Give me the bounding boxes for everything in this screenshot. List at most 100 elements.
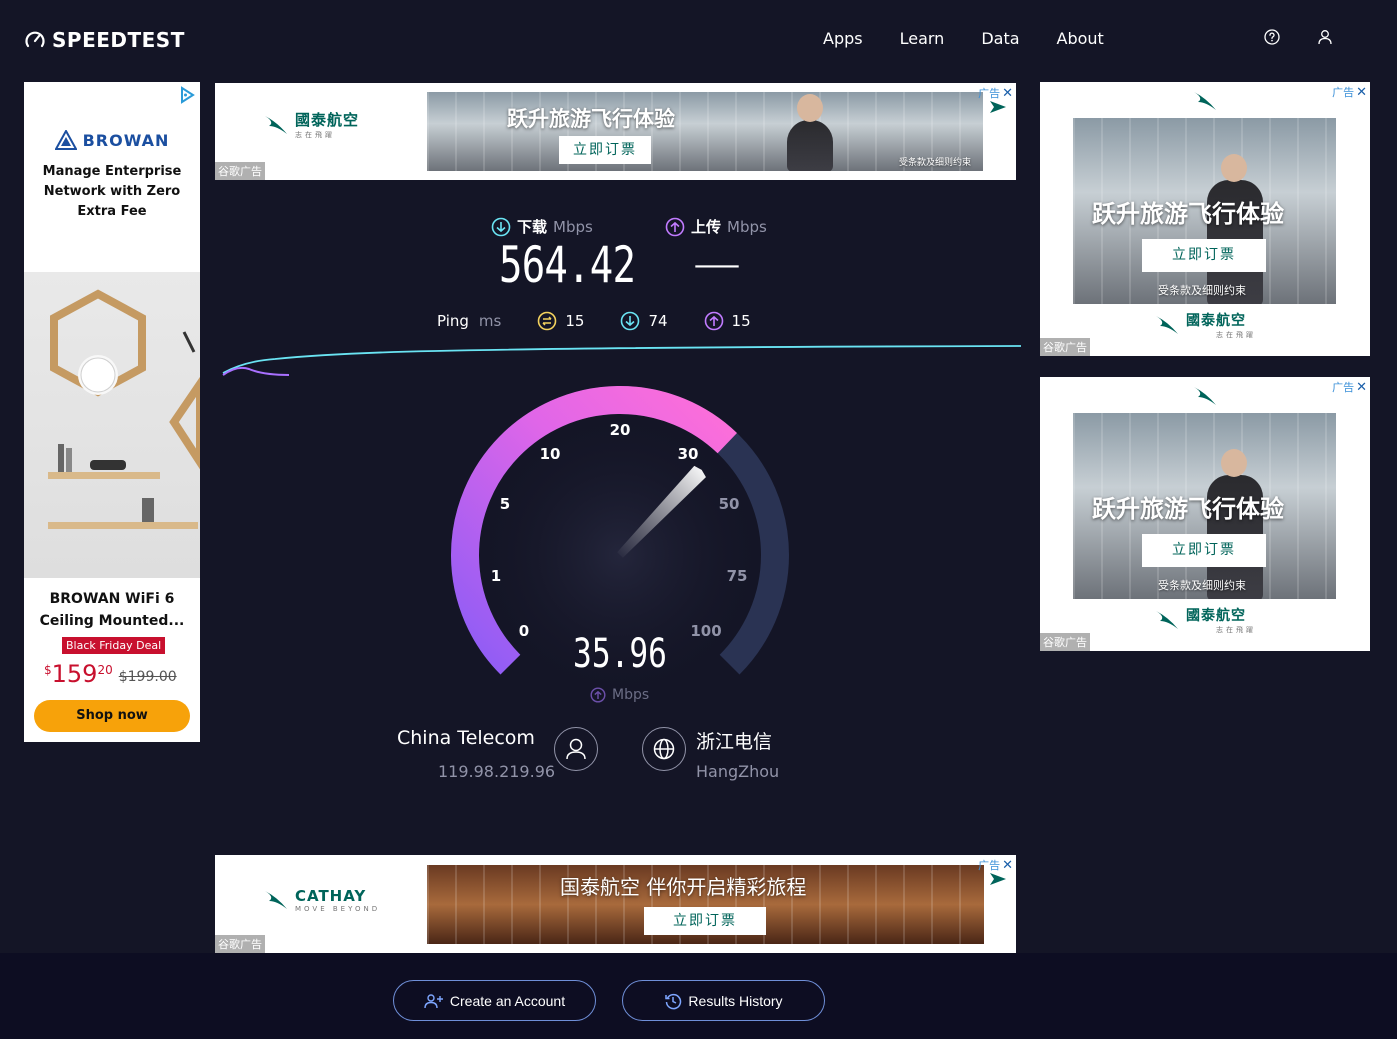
cathay-tagline: 志在飛躍: [1216, 331, 1256, 339]
browan-ad[interactable]: BROWAN Manage Enterprise Network with Ze…: [24, 82, 200, 742]
cathay-wing-icon: [1194, 387, 1216, 405]
bottom-banner-ad[interactable]: CATHAY MOVE BEYOND 国泰航空 伴你开启精彩旅程 立即订票 广告…: [215, 855, 1016, 953]
browan-brand: BROWAN: [82, 130, 170, 150]
add-user-icon: [424, 993, 443, 1008]
browan-logo-icon: [54, 130, 77, 150]
download-label: 下载 Mbps: [491, 216, 593, 237]
download-value: 564.42: [499, 236, 636, 294]
ping-row: Ping ms 15 74 15: [437, 311, 751, 331]
upload-arrow-icon: [665, 217, 685, 236]
history-icon: [665, 993, 682, 1009]
shop-now-button[interactable]: Shop now: [34, 700, 190, 732]
tick-50: 50: [718, 495, 740, 513]
gauge-unit: Mbps: [590, 687, 649, 703]
product-image: [24, 272, 200, 578]
ad-label: 谷歌广告: [215, 162, 265, 180]
upload-label: 上传 Mbps: [665, 216, 767, 237]
upload-unit: Mbps: [727, 217, 767, 236]
logo-text: SPEEDTEST: [52, 28, 185, 52]
ping-idle-value: 15: [565, 312, 585, 330]
upload-arrow-icon: [590, 687, 606, 703]
ad-label: 谷歌广告: [1040, 338, 1090, 356]
ad-cta[interactable]: 立即订票: [1142, 534, 1266, 567]
price-old: $199.00: [118, 669, 177, 685]
results-history-button[interactable]: Results History: [622, 980, 825, 1021]
download-unit: Mbps: [553, 217, 593, 236]
ad-headline: 跃升旅游飞行体验: [1092, 495, 1284, 523]
results-history-label: Results History: [688, 992, 783, 1009]
play-arrow-icon: [990, 101, 1006, 113]
banner-headline: 跃升旅游飞行体验: [507, 107, 675, 131]
upload-latency-icon: [704, 311, 723, 331]
right-ad-1[interactable]: 广告 ✕ 跃升旅游飞行体验 立即订票 受条款及细则约束 國泰航空 志在飛躍 谷歌广…: [1040, 82, 1370, 356]
ad-note: 受条款及细则约束: [1158, 284, 1246, 297]
adchoices-icon[interactable]: [178, 86, 196, 104]
banner-note: 受条款及细则约束: [899, 158, 972, 168]
close-icon: ✕: [1356, 84, 1367, 100]
help-circle-icon[interactable]: [1264, 29, 1280, 45]
download-label-text: 下载: [517, 218, 548, 236]
cathay-tagline: 志在飛躍: [1216, 626, 1256, 634]
banner-cta[interactable]: 立即订票: [559, 136, 651, 164]
ad-headline: 跃升旅游飞行体验: [1092, 200, 1284, 228]
cathay-wing-icon: [1156, 611, 1178, 629]
user-icon[interactable]: [554, 727, 598, 771]
right-ad-2[interactable]: 广告 ✕ 跃升旅游飞行体验 立即订票 受条款及细则约束 國泰航空 志在飛躍 谷歌广…: [1040, 377, 1370, 651]
gauge-value: 35.96: [573, 631, 667, 677]
tick-1: 1: [490, 567, 502, 585]
nav-learn[interactable]: Learn: [900, 29, 945, 48]
server-name[interactable]: 浙江电信: [696, 727, 772, 754]
price-cents: 20: [97, 663, 113, 677]
download-latency-icon: [621, 311, 640, 331]
tick-100: 100: [690, 622, 722, 640]
cathay-wing-icon: [265, 115, 287, 134]
nav-about[interactable]: About: [1057, 29, 1104, 48]
tick-20: 20: [609, 421, 631, 439]
isp-name: China Telecom: [397, 727, 535, 749]
browan-product: BROWAN WiFi 6 Ceiling Mounted...: [39, 591, 185, 629]
price-main: 159: [51, 660, 98, 688]
ad-close[interactable]: 广告 ✕: [1332, 379, 1367, 395]
cathay-wing-icon: [1194, 92, 1216, 110]
ad-label: 谷歌广告: [215, 935, 265, 953]
tick-0: 0: [518, 622, 530, 640]
ad-cta[interactable]: 立即订票: [1142, 239, 1266, 272]
top-banner-ad[interactable]: 國泰航空 志在飛躍 跃升旅游飞行体验 立即订票 受条款及细则约束 广告 ✕ 谷歌广…: [215, 83, 1016, 180]
black-friday-badge: Black Friday Deal: [62, 637, 166, 654]
tick-10: 10: [539, 445, 561, 463]
nav-apps[interactable]: Apps: [823, 29, 863, 48]
banner-cta[interactable]: 立即订票: [644, 907, 766, 935]
cathay-wing-icon: [265, 891, 287, 909]
create-account-label: Create an Account: [449, 992, 566, 1009]
server-city: HangZhou: [696, 762, 780, 781]
cathay-wing-icon: [1156, 316, 1178, 334]
upload-label-text: 上传: [691, 218, 722, 236]
cathay-logo: 國泰航空 志在飛躍: [263, 109, 359, 140]
idle-latency-icon: [538, 311, 557, 331]
user-icon[interactable]: [1317, 29, 1333, 45]
close-icon: ✕: [1356, 379, 1367, 395]
globe-icon[interactable]: [642, 727, 686, 771]
ping-download-value: 74: [648, 312, 668, 330]
ad-close[interactable]: 广告 ✕: [1332, 84, 1367, 100]
download-arrow-icon: [491, 217, 511, 236]
banner-headline: 国泰航空 伴你开启精彩旅程: [560, 875, 807, 899]
tick-75: 75: [726, 567, 748, 585]
cathay-brand: 國泰航空: [295, 111, 360, 129]
ping-label: Ping: [437, 312, 469, 330]
tick-5: 5: [499, 495, 511, 513]
ad-note: 受条款及细则约束: [1158, 579, 1246, 592]
ad-close-label: 广告: [1332, 86, 1355, 99]
ping-download: 74: [620, 311, 668, 331]
cathay-logo: 國泰航空 志在飛躍: [1154, 605, 1256, 635]
isp-ip: 119.98.219.96: [438, 762, 556, 781]
ping-upload: 15: [704, 311, 751, 331]
price: $ 159 20 $199.00: [44, 660, 177, 688]
speedtest-logo[interactable]: SPEEDTEST: [24, 28, 185, 52]
cathay-tagline: 志在飛躍: [295, 131, 335, 139]
upload-value: —: [693, 248, 741, 283]
nav-data[interactable]: Data: [981, 29, 1019, 48]
ad-label: 谷歌广告: [1040, 633, 1090, 651]
create-account-button[interactable]: Create an Account: [393, 980, 596, 1021]
browan-logo: BROWAN: [24, 130, 200, 150]
